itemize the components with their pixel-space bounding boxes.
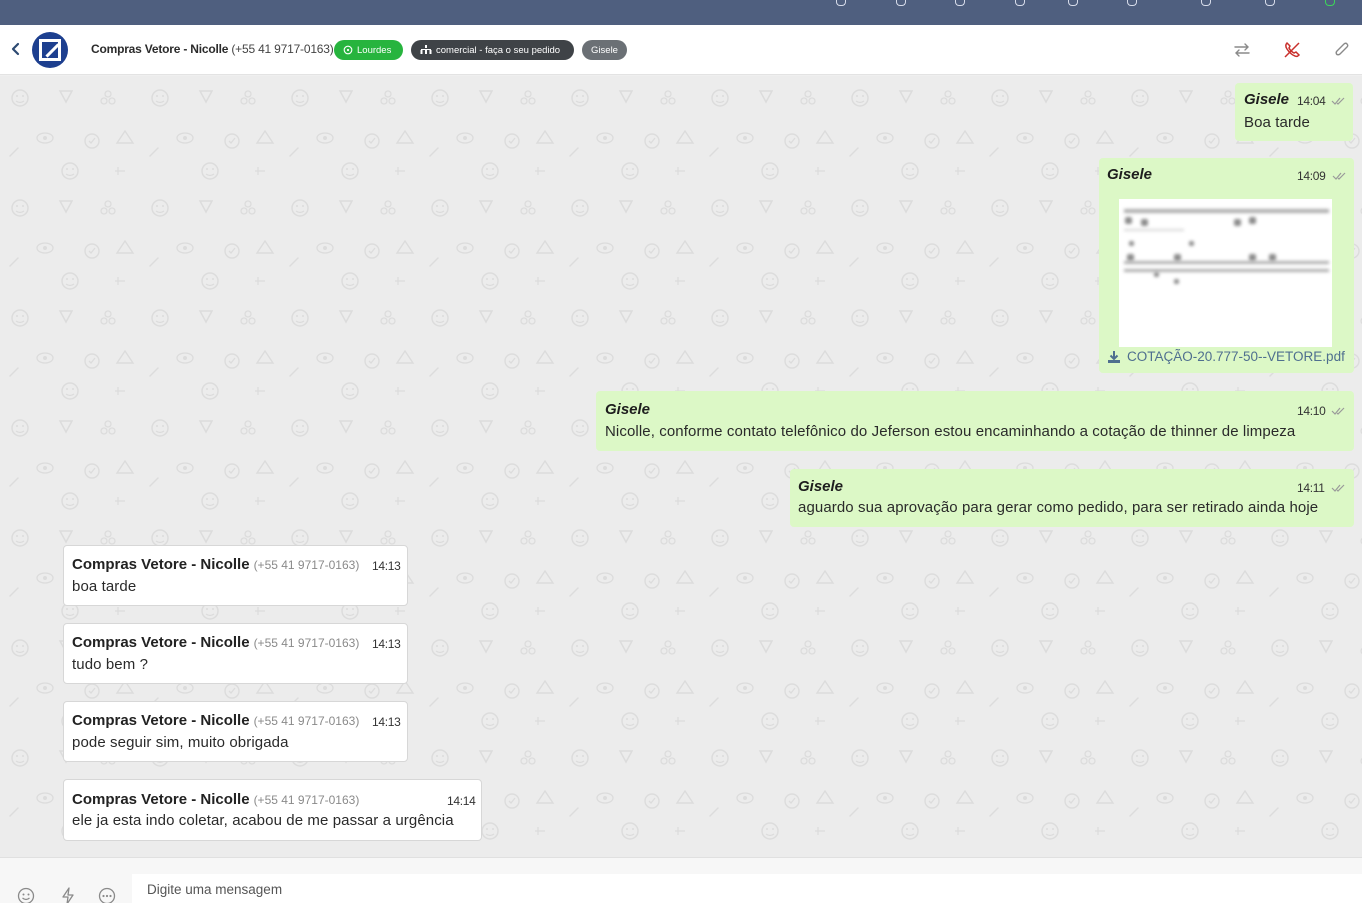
end-call-icon[interactable] [1281,39,1303,61]
message-sender-block: Compras Vetore - Nicolle (+55 41 9717-016… [72,791,359,809]
message-composer [0,857,1362,903]
contact-avatar[interactable] [32,32,68,68]
double-check-icon [1331,97,1345,105]
pdf-preview-thumbnail[interactable] [1119,199,1332,347]
message-sender-block: Compras Vetore - Nicolle (+55 41 9717-016… [72,712,359,730]
double-check-icon [1331,407,1345,415]
message-time: 14:13 [372,637,401,651]
message-time: 14:04 [1297,94,1326,108]
message-text: boa tarde [72,578,137,595]
back-arrow-icon[interactable] [8,41,24,57]
whatsapp-icon [343,45,353,55]
pin-icon[interactable] [1201,0,1211,6]
message-sender-block: Compras Vetore - Nicolle (+55 41 9717-016… [72,556,359,574]
message-sender: Gisele [605,401,651,418]
agent-tag-label: Gisele [591,44,618,56]
chat-icon[interactable] [836,0,846,6]
message-time: 14:09 [1297,169,1326,183]
more-icon[interactable] [98,887,116,903]
queue-tag[interactable]: comercial - faça o seu pedido [411,40,574,60]
company-logo [39,39,61,61]
message-sender: Gisele [798,478,844,495]
message-time: 14:10 [1297,404,1326,418]
double-check-icon [1332,172,1346,180]
message-text: ele ja esta indo coletar, acabou de me p… [72,812,454,829]
quick-reply-icon[interactable] [59,887,77,903]
message-incoming[interactable]: Compras Vetore - Nicolle (+55 41 9717-016… [63,779,482,841]
message-text: pode seguir sim, muito obrigada [72,734,289,751]
message-time: 14:14 [447,794,476,808]
message-incoming[interactable]: Compras Vetore - Nicolle (+55 41 9717-016… [63,623,408,684]
message-sender-phone: (+55 41 9717-0163) [253,793,360,807]
message-sender-block: Compras Vetore - Nicolle (+55 41 9717-016… [72,634,359,652]
contact-name: Compras Vetore - Nicolle [91,42,229,56]
agent-tag[interactable]: Gisele [582,40,627,60]
message-outgoing[interactable]: Gisele 14:10 Nicolle, conforme contato t… [596,391,1354,451]
message-sender-phone: (+55 41 9717-0163) [253,636,360,650]
message-sender-phone: (+55 41 9717-0163) [253,714,360,728]
message-text: tudo bem ? [72,656,149,673]
chat-header: Compras Vetore - Nicolle (+55 41 9717-01… [0,25,1362,75]
check-icon[interactable] [955,0,965,6]
clipboard-icon[interactable] [1015,0,1025,6]
queue-tag-label: comercial - faça o seu pedido [436,44,561,56]
message-text: aguardo sua aprovação para gerar como pe… [798,499,1319,516]
message-sender: Compras Vetore - Nicolle [72,556,250,573]
message-incoming[interactable]: Compras Vetore - Nicolle (+55 41 9717-016… [63,701,408,762]
status-icon[interactable] [1265,0,1275,6]
sitemap-icon [420,45,432,54]
note-icon[interactable] [896,0,906,6]
message-outgoing[interactable]: Gisele 14:11 aguardo sua aprovação para … [790,469,1354,527]
emoji-icon[interactable] [17,887,35,903]
channel-tag[interactable]: Lourdes [334,40,403,60]
attach-icon[interactable] [1331,39,1353,61]
download-icon [1108,350,1120,363]
message-input[interactable] [132,874,1362,903]
message-time: 14:13 [372,559,401,573]
message-outgoing-attachment[interactable]: Gisele 14:09 COTAÇÃO-20.777-50--VETORE.p… [1099,158,1354,373]
message-time: 14:11 [1297,481,1325,495]
message-sender-phone: (+55 41 9717-0163) [253,558,360,572]
chat-area[interactable]: Gisele 14:04 Boa tarde Gisele 14:09 COTA… [0,76,1362,857]
message-text: Boa tarde [1244,114,1310,131]
message-sender: Compras Vetore - Nicolle [72,712,250,729]
contact-phone: (+55 41 9717-0163) [231,42,334,56]
online-icon[interactable] [1325,0,1335,6]
channel-tag-label: Lourdes [357,44,392,56]
message-sender: Gisele [1244,91,1290,108]
double-check-icon [1331,484,1345,492]
contacts-icon[interactable] [1068,0,1078,6]
message-text: Nicolle, conforme contato telefônico do … [605,423,1296,440]
transfer-icon[interactable] [1231,39,1253,61]
message-sender: Gisele [1107,166,1153,183]
message-time: 14:13 [372,715,401,729]
message-incoming[interactable]: Compras Vetore - Nicolle (+55 41 9717-016… [63,545,408,606]
file-name: COTAÇÃO-20.777-50--VETORE.pdf [1127,349,1345,364]
message-outgoing[interactable]: Gisele 14:04 Boa tarde [1235,83,1353,141]
pdf-download-link[interactable]: COTAÇÃO-20.777-50--VETORE.pdf [1107,349,1345,364]
top-app-bar [0,0,1362,25]
message-sender: Compras Vetore - Nicolle [72,791,250,808]
message-sender: Compras Vetore - Nicolle [72,634,250,651]
help-icon[interactable] [1127,0,1137,6]
contact-title: Compras Vetore - Nicolle (+55 41 9717-01… [91,42,334,56]
